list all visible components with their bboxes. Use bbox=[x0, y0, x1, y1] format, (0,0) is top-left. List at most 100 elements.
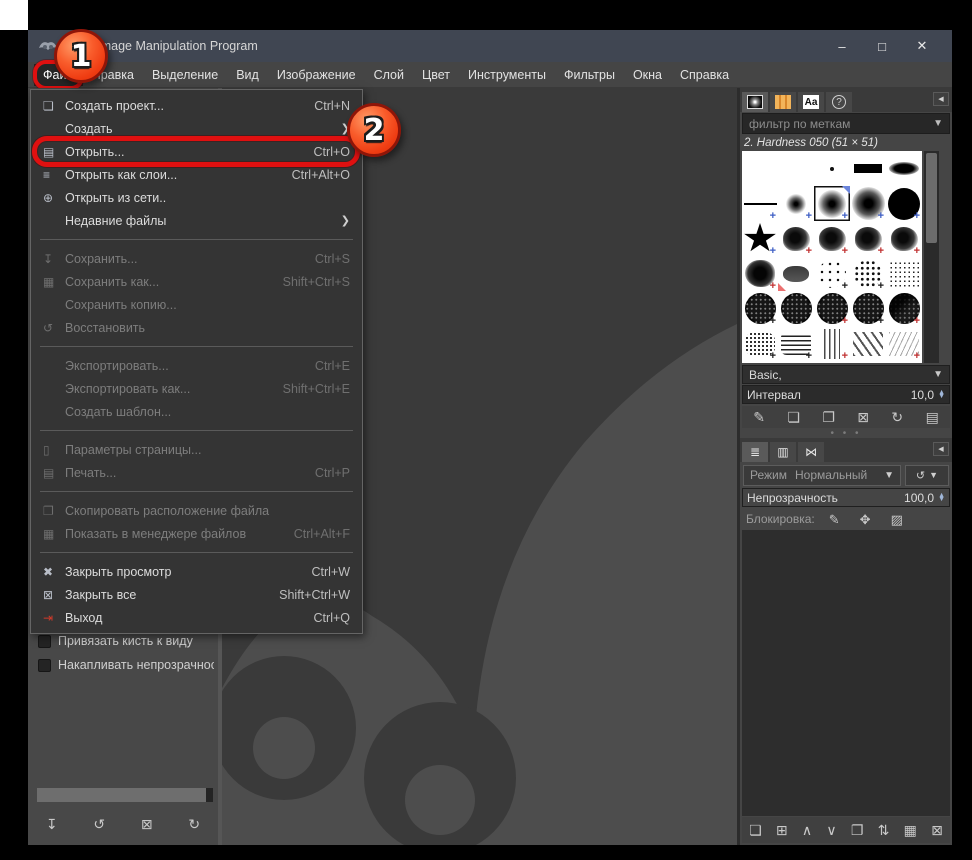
brush-spray[interactable]: + bbox=[850, 256, 886, 291]
delete-layer-icon[interactable]: ⊠ bbox=[927, 821, 947, 839]
brush-sponge[interactable]: + bbox=[814, 291, 850, 326]
brush-soft-md[interactable]: + bbox=[814, 186, 850, 221]
duplicate-layer-icon[interactable]: ❐ bbox=[847, 821, 868, 839]
brush-soft-sm[interactable]: + bbox=[778, 186, 814, 221]
file-menu-item-quit[interactable]: ⇥ВыходCtrl+Q bbox=[31, 606, 362, 629]
brush-strokes-v[interactable]: + bbox=[814, 326, 850, 361]
lock-alpha-icon[interactable]: ▨ bbox=[887, 511, 907, 528]
close-button[interactable]: ✕ bbox=[902, 38, 942, 54]
brushes-tab[interactable] bbox=[742, 92, 768, 112]
spinner-arrows-icon[interactable]: ▲▼ bbox=[938, 391, 945, 399]
layers-tab[interactable]: ≣ bbox=[742, 442, 768, 462]
file-menu-item-open-as-layers[interactable]: ≡Открыть как слои...Ctrl+Alt+O bbox=[31, 163, 362, 186]
lower-layer-icon[interactable]: ∨ bbox=[822, 821, 840, 839]
new-layer-icon[interactable]: ❏ bbox=[745, 821, 766, 839]
brush-empty[interactable] bbox=[742, 151, 778, 186]
brush-bar[interactable] bbox=[850, 151, 886, 186]
brush-deer[interactable]: + bbox=[886, 326, 922, 361]
brush-splat[interactable]: + bbox=[886, 221, 922, 256]
menu-windows[interactable]: Окна bbox=[624, 64, 671, 86]
file-menu-item-save[interactable]: ↧Сохранить...Ctrl+S bbox=[31, 247, 362, 270]
file-menu-item-recent-files[interactable]: Недавние файлы❯ bbox=[31, 209, 362, 232]
duplicate-brush-icon[interactable]: ❐ bbox=[818, 408, 839, 426]
merge-layer-icon[interactable]: ⇅ bbox=[874, 821, 894, 839]
chevron-down-icon[interactable]: ▼ bbox=[933, 118, 943, 129]
file-menu-item-create[interactable]: Создать❯ bbox=[31, 117, 362, 140]
checkbox-accumulate-opacity[interactable]: Накапливать непрозрачнос bbox=[38, 658, 214, 672]
brush-splat[interactable]: + bbox=[850, 221, 886, 256]
restore-tool-options-icon[interactable]: ↺ bbox=[89, 815, 109, 833]
reset-tool-options-icon[interactable]: ↻ bbox=[184, 815, 204, 833]
tag-filter-input[interactable]: фильтр по меткам ▼ bbox=[742, 113, 950, 134]
dock-grip[interactable]: • • • bbox=[740, 429, 952, 438]
brush-circle[interactable]: + bbox=[886, 186, 922, 221]
lock-position-icon[interactable]: ✥ bbox=[856, 511, 875, 528]
brush-sponge[interactable] bbox=[778, 291, 814, 326]
delete-tool-options-icon[interactable]: ⊠ bbox=[137, 815, 157, 833]
file-menu-item-close-all[interactable]: ⊠Закрыть всеShift+Ctrl+W bbox=[31, 583, 362, 606]
new-layer-group-icon[interactable]: ⊞ bbox=[772, 821, 792, 839]
file-menu-item-open-location[interactable]: ⊕Открыть из сети.. bbox=[31, 186, 362, 209]
edit-brush-icon[interactable]: ✎ bbox=[749, 408, 769, 426]
help-tab[interactable]: ? bbox=[826, 92, 852, 112]
brush-preset-dropdown[interactable]: Basic, ▼ bbox=[742, 365, 950, 384]
delete-brush-icon[interactable]: ⊠ bbox=[853, 408, 873, 426]
file-menu-item-save-copy[interactable]: Сохранить копию... bbox=[31, 293, 362, 316]
file-menu-item-revert[interactable]: ↺Восстановить bbox=[31, 316, 362, 339]
checkbox-icon[interactable] bbox=[38, 635, 51, 648]
brush-splat[interactable]: + bbox=[814, 221, 850, 256]
file-menu-item-copy-location[interactable]: ❐Скопировать расположение файла bbox=[31, 499, 362, 522]
brush-spacing-slider[interactable]: Интервал 10,0 ▲▼ bbox=[742, 385, 950, 404]
collapse-dock-icon[interactable]: ◀ bbox=[933, 442, 949, 456]
minimize-button[interactable]: – bbox=[822, 39, 862, 54]
new-brush-icon[interactable]: ❏ bbox=[783, 408, 804, 426]
save-tool-options-icon[interactable]: ↧ bbox=[42, 815, 62, 833]
file-menu-item-save-as[interactable]: ▦Сохранить как...Shift+Ctrl+S bbox=[31, 270, 362, 293]
file-menu-item-show-in-file-manager[interactable]: ▦Показать в менеджере файловCtrl+Alt+F bbox=[31, 522, 362, 545]
menu-image[interactable]: Изображение bbox=[268, 64, 365, 86]
brush-ellipse[interactable] bbox=[886, 151, 922, 186]
file-menu-item-print[interactable]: ▤Печать...Ctrl+P bbox=[31, 461, 362, 484]
brush-sponge-dark[interactable]: + bbox=[886, 291, 922, 326]
open-brush-as-image-icon[interactable]: ▤ bbox=[922, 408, 943, 426]
file-menu-item-export-as[interactable]: Экспортировать как...Shift+Ctrl+E bbox=[31, 377, 362, 400]
brush-dot-tiny[interactable] bbox=[814, 151, 850, 186]
checkbox-link-brush-to-view[interactable]: Привязать кисть к виду bbox=[38, 634, 214, 648]
menu-color[interactable]: Цвет bbox=[413, 64, 459, 86]
brush-spray-fine[interactable] bbox=[886, 256, 922, 291]
maximize-button[interactable]: □ bbox=[862, 39, 902, 54]
raise-layer-icon[interactable]: ∧ bbox=[798, 821, 816, 839]
brush-scrollbar[interactable] bbox=[924, 151, 939, 363]
layers-list-empty[interactable] bbox=[742, 530, 950, 816]
file-menu-item-new-project[interactable]: ❏Создать проект...Ctrl+N bbox=[31, 94, 362, 117]
file-menu-item-create-template[interactable]: Создать шаблон... bbox=[31, 400, 362, 423]
patterns-tab[interactable] bbox=[770, 92, 796, 112]
refresh-brushes-icon[interactable]: ↻ bbox=[887, 408, 907, 426]
brush-soft-lg[interactable]: + bbox=[850, 186, 886, 221]
fonts-tab[interactable]: Aa bbox=[798, 92, 824, 112]
file-menu-item-close-view[interactable]: ✖Закрыть просмотрCtrl+W bbox=[31, 560, 362, 583]
layer-mode-dropdown[interactable]: Режим Нормальный ▼ bbox=[743, 465, 901, 486]
menu-filters[interactable]: Фильтры bbox=[555, 64, 624, 86]
brush-sponge[interactable]: + bbox=[742, 291, 778, 326]
brush-sponge[interactable]: + bbox=[850, 291, 886, 326]
brush-empty[interactable] bbox=[778, 151, 814, 186]
file-menu-item-page-setup[interactable]: ▯Параметры страницы... bbox=[31, 438, 362, 461]
brush-splat[interactable]: + bbox=[778, 221, 814, 256]
brush-smudge[interactable] bbox=[778, 256, 814, 291]
brush-hatch[interactable]: + bbox=[778, 326, 814, 361]
brush-texture[interactable]: + bbox=[742, 326, 778, 361]
checkbox-icon[interactable] bbox=[38, 659, 51, 672]
mode-reset-button[interactable]: ↺ ▼ bbox=[905, 465, 949, 486]
titlebar[interactable]: GNU Image Manipulation Program – □ ✕ bbox=[28, 30, 952, 62]
lock-pixels-icon[interactable]: ✎ bbox=[825, 511, 844, 528]
menu-select[interactable]: Выделение bbox=[143, 64, 227, 86]
menu-view[interactable]: Вид bbox=[227, 64, 268, 86]
menu-help[interactable]: Справка bbox=[671, 64, 738, 86]
brush-strokes[interactable] bbox=[850, 326, 886, 361]
paths-tab[interactable]: ⋈ bbox=[798, 442, 824, 462]
add-mask-icon[interactable]: ▦ bbox=[900, 821, 921, 839]
channels-tab[interactable]: ▥ bbox=[770, 442, 796, 462]
brush-spray-sparse[interactable]: + bbox=[814, 256, 850, 291]
scrollbar-thumb[interactable] bbox=[926, 153, 937, 243]
